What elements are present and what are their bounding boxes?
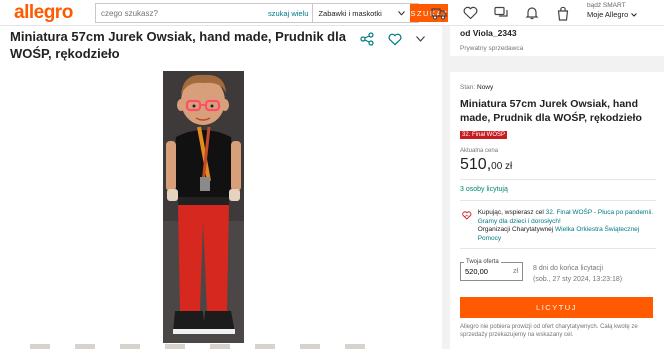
category-label: Zabawki i maskotki <box>318 8 382 18</box>
bid-currency: zł <box>512 268 518 275</box>
wosp-badge: 32. Finał WOŚP <box>460 131 508 139</box>
charity-note: Allegro nie pobiera prowizji od ofert ch… <box>460 324 638 338</box>
seller-box: od Viola_2343 Prywatny sprzedawca <box>450 26 664 64</box>
product-photo[interactable] <box>163 71 244 343</box>
category-select[interactable]: Zabawki i maskotki <box>312 4 410 22</box>
price-label: Aktualna cena <box>460 148 499 154</box>
chevron-down-icon <box>398 10 406 16</box>
product-title: Miniatura 57cm Jurek Owsiak, hand made, … <box>10 29 346 61</box>
chevron-down-icon[interactable] <box>416 36 425 42</box>
time-left: 8 dni do końca licytacji <box>533 265 604 272</box>
thumbnail[interactable] <box>210 344 230 349</box>
top-bar: allegro szukaj wielu Zabawki i maskotki … <box>0 0 664 26</box>
bid-input-label: Twoja oferta <box>464 259 501 265</box>
charity-text: Kupując, wspierasz cel 32. Finał WOŚP - … <box>477 209 654 242</box>
allegro-logo[interactable]: allegro <box>14 2 73 24</box>
account-menu[interactable]: bądź SMART Moje Allegro <box>587 2 638 19</box>
bid-button[interactable]: LICYTUJ <box>460 297 653 318</box>
chevron-down-icon <box>631 13 638 17</box>
delivery-truck-icon[interactable] <box>430 4 448 22</box>
thumbnail[interactable] <box>300 344 320 349</box>
share-icon[interactable] <box>360 32 374 46</box>
heart-icon[interactable] <box>461 4 479 22</box>
offer-panel: Stan: Nowy Miniatura 57cm Jurek Owsiak, … <box>450 72 664 349</box>
header-icons <box>430 4 572 22</box>
charity-heart-icon <box>462 211 472 220</box>
current-price: 510,00 zł <box>460 156 513 173</box>
cart-icon[interactable] <box>554 4 572 22</box>
divider <box>460 200 656 201</box>
divider <box>460 248 656 249</box>
thumbnail[interactable] <box>75 344 95 349</box>
thumbnail[interactable] <box>255 344 275 349</box>
product-actions <box>360 32 425 46</box>
condition: Stan: Nowy <box>460 84 494 91</box>
search-bar: szukaj wielu Zabawki i maskotki SZUKAJ <box>95 3 449 23</box>
bell-icon[interactable] <box>523 4 541 22</box>
smart-label: bądź SMART <box>587 2 626 9</box>
thumbnail[interactable] <box>165 344 185 349</box>
bid-input[interactable] <box>465 267 505 276</box>
seller-type: Prywatny sprzedawca <box>460 45 524 52</box>
thumbnail[interactable] <box>345 344 365 349</box>
divider <box>460 179 656 180</box>
messages-icon[interactable] <box>492 4 510 22</box>
favorite-heart-icon[interactable] <box>388 33 402 46</box>
my-allegro-label: Moje Allegro <box>587 11 638 19</box>
thumbnail-strip <box>30 344 430 349</box>
thumbnail[interactable] <box>30 344 50 349</box>
bidders-count[interactable]: 3 osoby licytują <box>460 186 508 193</box>
thumbnail[interactable] <box>120 344 140 349</box>
end-date: (sob., 27 sty 2024, 13:23:18) <box>533 276 623 283</box>
auction-time: 8 dni do końca licytacji (sob., 27 sty 2… <box>533 263 622 285</box>
seller-name[interactable]: od Viola_2343 <box>460 28 517 38</box>
product-gallery-panel: Miniatura 57cm Jurek Owsiak, hand made, … <box>0 26 442 349</box>
search-input[interactable] <box>96 4 268 22</box>
offer-title: Miniatura 57cm Jurek Owsiak, hand made, … <box>460 98 642 124</box>
advanced-search-link[interactable]: szukaj wielu <box>268 9 312 18</box>
charity-info: Kupując, wspierasz cel 32. Finał WOŚP - … <box>462 209 658 243</box>
doll-image <box>163 71 244 343</box>
